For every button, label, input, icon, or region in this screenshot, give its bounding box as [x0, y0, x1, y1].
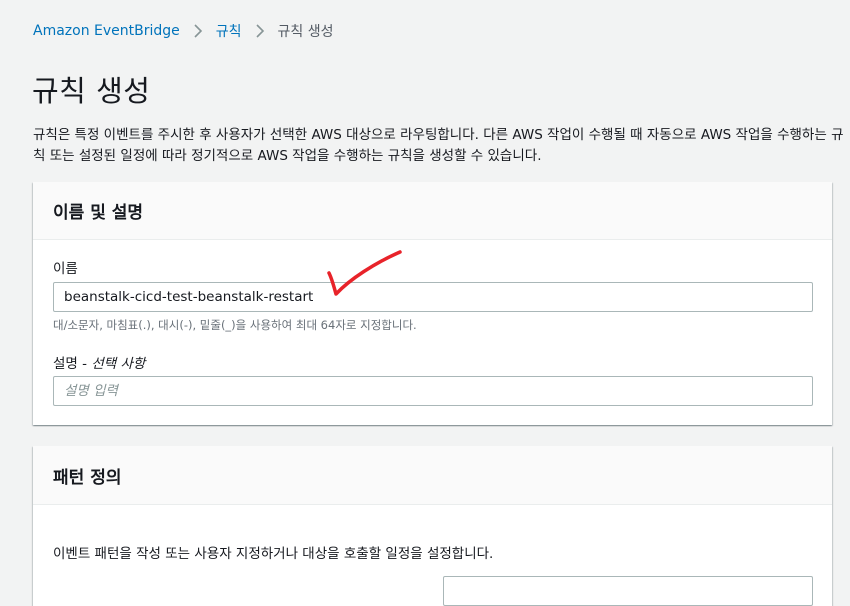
rule-name-input[interactable] — [53, 282, 813, 312]
description-label: 설명 - 선택 사항 — [53, 352, 145, 372]
page-title: 규칙 생성 — [32, 74, 151, 108]
panel-title: 패턴 정의 — [53, 467, 122, 488]
page-description: 규칙은 특정 이벤트를 주시한 후 사용자가 선택한 AWS 대상으로 라우팅합… — [33, 127, 844, 164]
name-label: 이름 — [53, 261, 78, 277]
breadcrumb-rules-link[interactable]: 규칙 — [216, 21, 242, 41]
pattern-select[interactable] — [443, 576, 813, 606]
pattern-definition-panel: 패턴 정의 이벤트 패턴을 작성 또는 사용자 지정하거나 대상을 호출할 일정… — [33, 446, 832, 606]
optional-tag: 선택 사항 — [91, 356, 146, 372]
description-label-separator: - — [77, 356, 92, 372]
description-input[interactable] — [53, 376, 813, 406]
description-label-text: 설명 — [53, 356, 78, 372]
panel-header: 이름 및 설명 — [33, 182, 832, 240]
panel-header: 패턴 정의 — [33, 446, 832, 505]
pattern-description: 이벤트 패턴을 작성 또는 사용자 지정하거나 대상을 호출할 일정을 설정합니… — [53, 546, 494, 562]
name-hint: 대/소문자, 마침표(.), 대시(-), 밑줄(_)을 사용하여 최대 64자… — [53, 318, 417, 332]
breadcrumb-current: 규칙 생성 — [277, 24, 334, 40]
panel-title: 이름 및 설명 — [53, 203, 144, 223]
breadcrumb: Amazon EventBridge 규칙 규칙 생성 — [33, 20, 334, 42]
chevron-right-icon — [250, 21, 270, 41]
breadcrumb-eventbridge-link[interactable]: Amazon EventBridge — [33, 23, 180, 39]
name-description-panel: 이름 및 설명 이름 대/소문자, 마침표(.), 대시(-), 밑줄(_)을 … — [33, 182, 832, 425]
chevron-right-icon — [188, 21, 208, 41]
